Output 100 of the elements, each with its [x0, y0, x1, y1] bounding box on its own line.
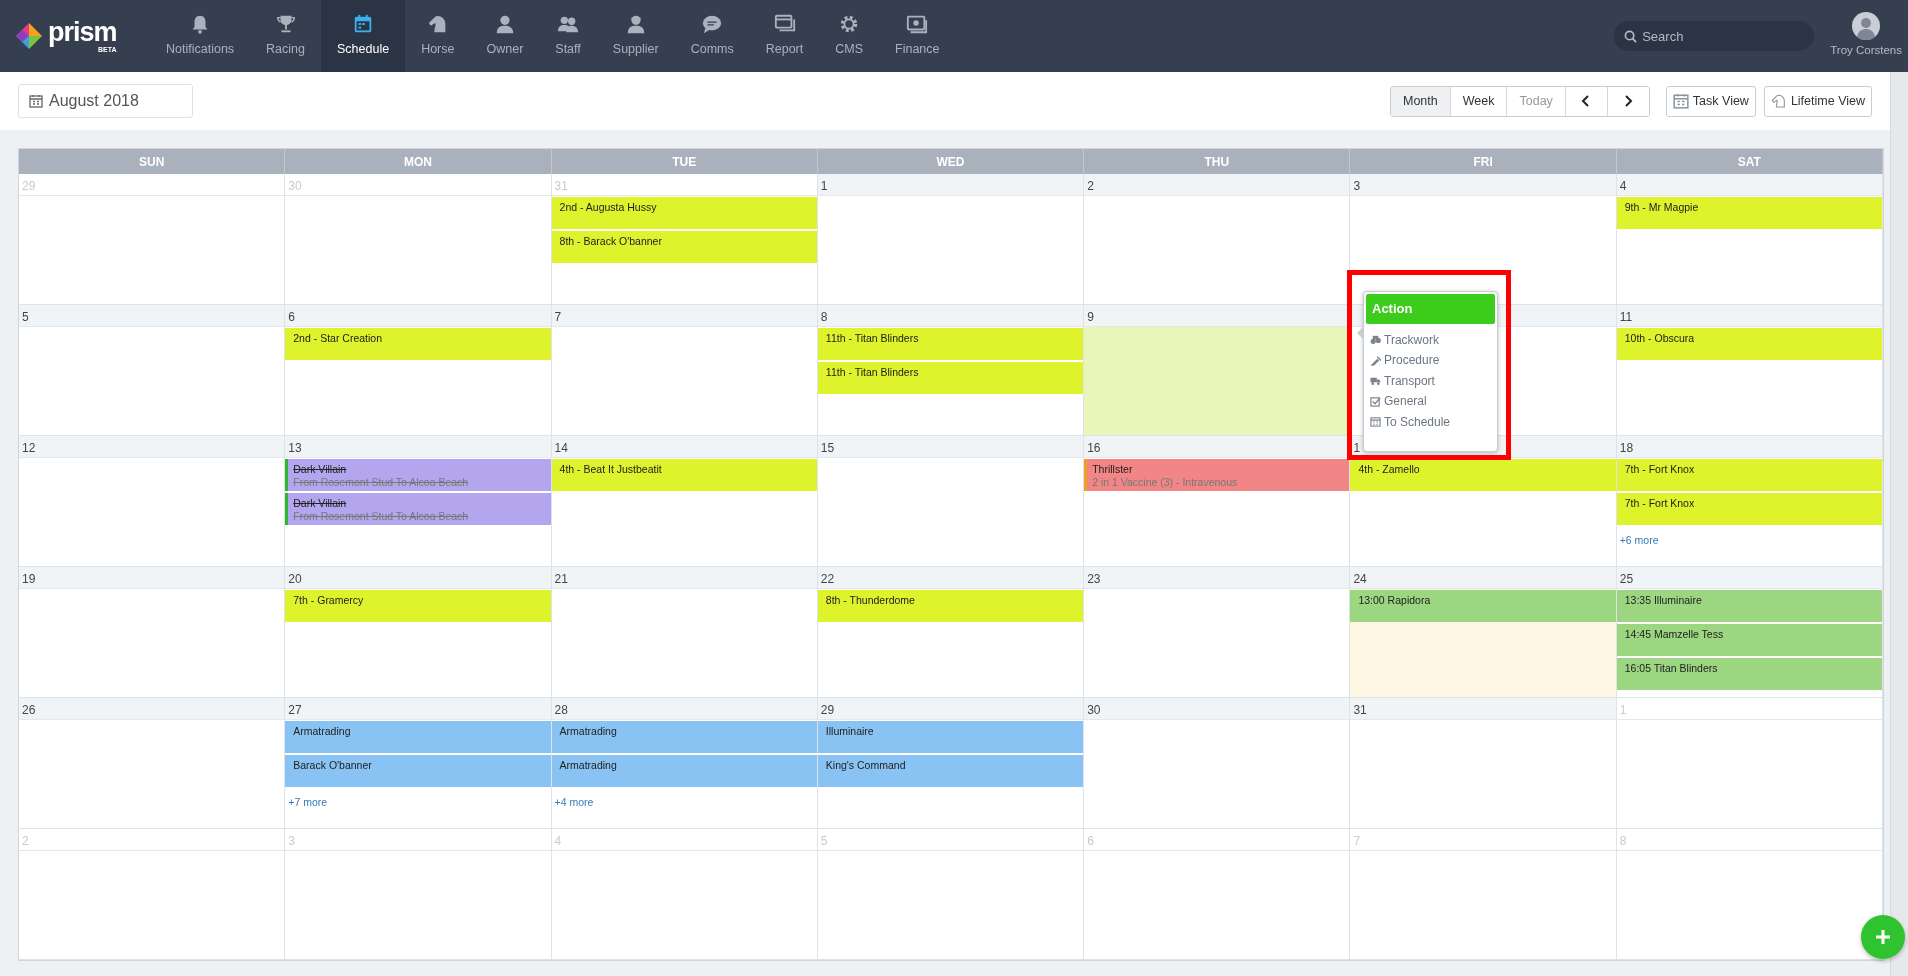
- day-number: 27: [288, 702, 302, 719]
- event-title: 11th - Titan Blinders: [825, 332, 920, 346]
- day-number: 26: [22, 702, 36, 719]
- view-button[interactable]: Lifetime View: [1763, 85, 1872, 117]
- period-button[interactable]: August 2018: [18, 84, 193, 118]
- event-title: 16:05 Titan Blinders: [1624, 662, 1719, 676]
- more-link[interactable]: +7 more: [285, 793, 331, 813]
- user-name: Troy Corstens: [1830, 43, 1902, 59]
- view-button[interactable]: Task View: [1665, 85, 1756, 117]
- event-item[interactable]: Dark Villain From Rosemont Stud To Alcoa Beach: [285, 493, 551, 525]
- nav-tab[interactable]: Staff: [539, 0, 597, 72]
- nav-tab[interactable]: Notifications: [150, 0, 251, 72]
- day-number: 18: [1619, 440, 1634, 457]
- event-title: Barack O'banner: [293, 759, 373, 773]
- event-item[interactable]: Armatrading: [551, 755, 817, 787]
- event-item[interactable]: Barack O'banner: [285, 755, 551, 787]
- event-title: 13:00 Rapidora: [1358, 594, 1432, 608]
- event-title: 2nd - Star Creation: [293, 332, 383, 346]
- event-title: 7th - Fort Knox: [1624, 497, 1696, 511]
- plus-icon: [1874, 928, 1892, 946]
- event-item[interactable]: 2nd - Star Creation: [285, 328, 551, 360]
- event-item[interactable]: Illuminaire: [817, 721, 1084, 753]
- event-item[interactable]: Thrillster 2 in 1 Vaccine (3) - Intravenous: [1084, 459, 1350, 491]
- day-number: 1: [1353, 440, 1361, 457]
- event-item[interactable]: 11th - Titan Blinders: [817, 328, 1084, 360]
- event-title: King's Command: [825, 759, 907, 773]
- event-title: 9th - Mr Magpie: [1624, 201, 1700, 215]
- event-item[interactable]: 9th - Mr Magpie: [1616, 197, 1882, 229]
- nav-tab[interactable]: Horse: [405, 0, 471, 72]
- menu-item[interactable]: Trackwork: [1366, 329, 1495, 350]
- day-number: 25: [1619, 571, 1634, 588]
- calendar-icon: [1370, 416, 1381, 428]
- event-item[interactable]: King's Command: [817, 755, 1084, 787]
- event-title: 11th - Titan Blinders: [825, 366, 920, 380]
- event-title: 4th - Zamello: [1358, 463, 1421, 477]
- avatar[interactable]: [1852, 12, 1881, 41]
- horse-icon: [1770, 93, 1787, 109]
- event-item[interactable]: 16:05 Titan Blinders: [1616, 658, 1882, 690]
- search-field[interactable]: Search: [1614, 21, 1815, 51]
- event-title: Illuminaire: [825, 725, 875, 739]
- nav-tab[interactable]: Report: [749, 0, 820, 72]
- event-item[interactable]: 8th - Thunderdome: [817, 590, 1084, 622]
- day-number: 13: [288, 440, 302, 457]
- event-title: 4th - Beat It Justbeatit: [559, 463, 663, 477]
- event-item[interactable]: Armatrading: [551, 721, 817, 753]
- event-title: 2nd - Augusta Hussy: [559, 201, 658, 215]
- day-number: 20: [288, 571, 302, 588]
- day-number: 16: [1087, 440, 1101, 457]
- day-number: 2: [1087, 178, 1094, 195]
- event-item[interactable]: 11th - Titan Blinders: [817, 362, 1084, 394]
- event-item[interactable]: 7th - Fort Knox: [1616, 459, 1882, 491]
- day-number: 9: [1087, 309, 1094, 326]
- event-detail: From Rosemont Stud To Alcoa Beach: [293, 510, 470, 524]
- nav-tab[interactable]: Schedule: [321, 0, 406, 72]
- nav-tab[interactable]: Comms: [674, 0, 750, 72]
- event-item[interactable]: 7th - Fort Knox: [1616, 493, 1882, 525]
- event-item[interactable]: Dark Villain From Rosemont Stud To Alcoa Beach: [285, 459, 551, 491]
- calendar-icon: [1672, 93, 1689, 109]
- menu-item[interactable]: Procedure: [1366, 350, 1495, 371]
- calendar-icon: [29, 94, 43, 108]
- nav-tab[interactable]: Racing: [250, 0, 321, 72]
- next-button[interactable]: [1606, 86, 1649, 116]
- checkbox-icon: [1370, 395, 1381, 407]
- more-link[interactable]: +6 more: [1616, 531, 1662, 551]
- event-item[interactable]: 8th - Barack O'banner: [551, 231, 817, 263]
- event-title: Armatrading: [559, 725, 618, 739]
- nav-tab[interactable]: Finance: [879, 0, 956, 72]
- event-item[interactable]: 14:45 Mamzelle Tess: [1616, 624, 1882, 656]
- event-item[interactable]: 13:00 Rapidora: [1350, 590, 1616, 622]
- event-item[interactable]: Armatrading: [285, 721, 551, 753]
- event-title: Dark Villain: [293, 463, 348, 477]
- menu-title: Action: [1366, 294, 1495, 324]
- nav-tab[interactable]: CMS: [819, 0, 880, 72]
- event-item[interactable]: 13:35 Illuminaire: [1616, 590, 1882, 622]
- nav-tab[interactable]: Supplier: [596, 0, 675, 72]
- event-item[interactable]: 10th - Obscura: [1616, 328, 1882, 360]
- event-title: Armatrading: [559, 759, 618, 773]
- nav-tab[interactable]: Owner: [470, 0, 540, 72]
- day-number: 23: [1087, 571, 1101, 588]
- menu-item[interactable]: Transport: [1366, 370, 1495, 391]
- menu-item[interactable]: General: [1366, 391, 1495, 412]
- event-item[interactable]: 4th - Zamello: [1350, 459, 1616, 491]
- day-number: 11: [1619, 309, 1633, 326]
- day-number: 12: [22, 440, 36, 457]
- day-number: 15: [820, 440, 835, 457]
- event-item[interactable]: 7th - Gramercy: [285, 590, 551, 622]
- event-title: Dark Villain: [293, 497, 348, 511]
- event-title: 7th - Gramercy: [293, 594, 365, 608]
- event-detail: 2 in 1 Vaccine (3) - Intravenous: [1092, 476, 1239, 490]
- event-title: 8th - Barack O'banner: [559, 235, 663, 249]
- truck-icon: [1370, 375, 1381, 387]
- view-button[interactable]: Month: [1391, 86, 1450, 116]
- syringe-icon: [1370, 354, 1381, 366]
- more-link[interactable]: +4 more: [551, 793, 597, 813]
- menu-item[interactable]: To Schedule: [1366, 411, 1495, 432]
- event-item[interactable]: 2nd - Augusta Hussy: [551, 197, 817, 229]
- day-number: 31: [1353, 702, 1367, 719]
- chat-icon: [701, 13, 724, 36]
- event-title: Thrillster: [1092, 463, 1134, 477]
- event-item[interactable]: 4th - Beat It Justbeatit: [551, 459, 817, 491]
